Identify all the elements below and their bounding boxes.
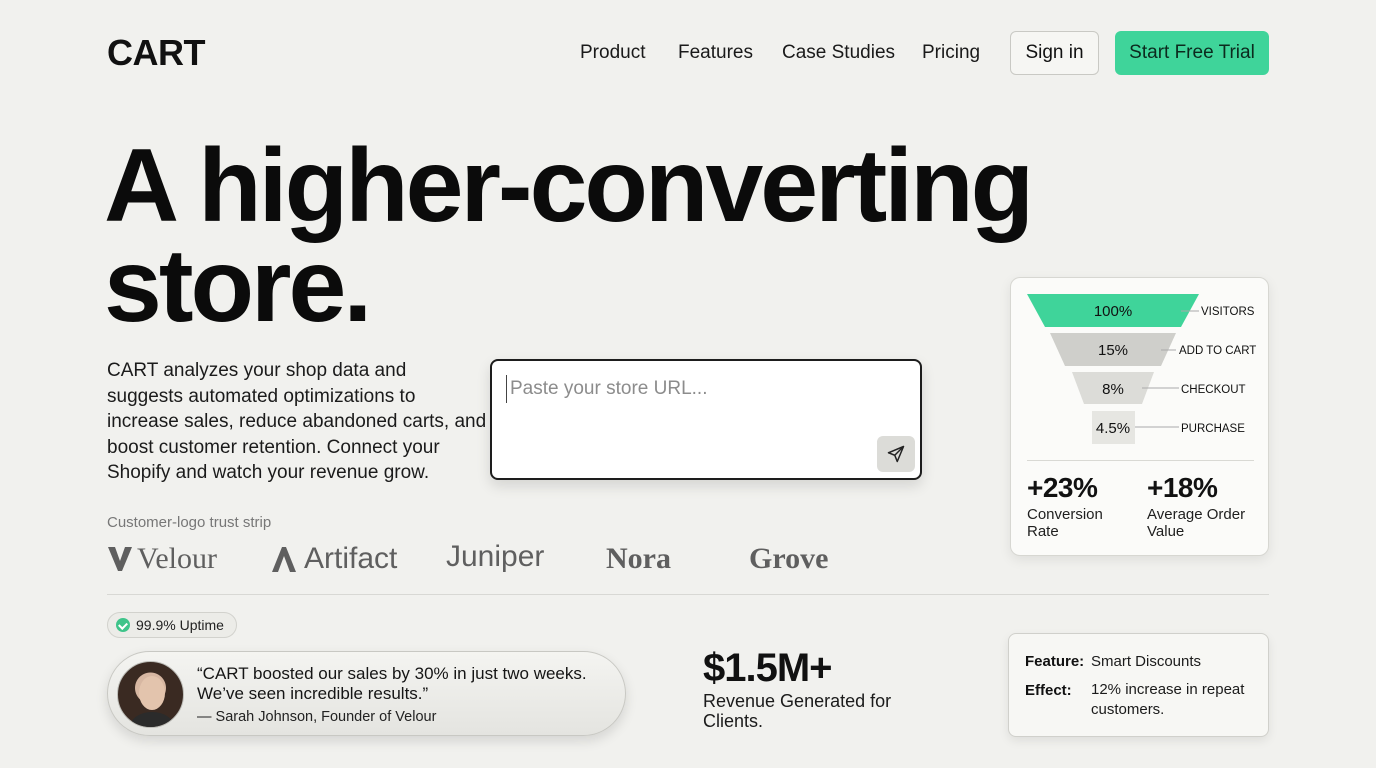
send-icon (887, 445, 905, 463)
feature-key: Feature: (1025, 653, 1085, 670)
brand-name-velour: Velour (137, 542, 217, 575)
store-url-input[interactable] (506, 375, 886, 403)
send-button[interactable] (877, 436, 915, 472)
brand-name-grove: Grove (749, 542, 829, 575)
check-circle-icon (116, 618, 130, 632)
funnel-card: 100% 15% 8% 4.5% VISITORS ADD TO CART CH… (1010, 277, 1269, 556)
funnel-value-visitors: 100% (1094, 303, 1132, 320)
nav-link-pricing[interactable]: Pricing (922, 42, 980, 64)
brand-name-juniper: Juniper (446, 540, 545, 573)
revenue-label: Revenue Generated for Clients. (703, 691, 892, 731)
funnel-label-add-to-cart: ADD TO CART (1179, 345, 1256, 357)
funnel-chart: 100% 15% 8% 4.5% VISITORS ADD TO CART CH… (1027, 294, 1256, 444)
section-divider (107, 594, 1269, 595)
funnel-value-checkout: 8% (1102, 381, 1124, 398)
revenue-value: $1.5M+ (703, 646, 833, 690)
funnel-divider (1027, 460, 1254, 461)
hero-line-2: store. (104, 228, 372, 344)
feature-card: Feature: Smart Discounts Effect: 12% inc… (1008, 633, 1269, 737)
funnel-label-visitors: VISITORS (1201, 306, 1255, 318)
nav-link-features[interactable]: Features (678, 42, 753, 64)
feature-value: Smart Discounts (1091, 653, 1202, 670)
store-url-box (490, 359, 922, 480)
funnel-label-checkout: CHECKOUT (1181, 384, 1246, 396)
nav-link-case-studies[interactable]: Case Studies (782, 42, 895, 64)
effect-key: Effect: (1025, 682, 1072, 699)
effect-value: 12% increase in repeat customers. (1091, 681, 1245, 718)
artifact-mark-icon (272, 547, 296, 572)
testimonial-card: “CART boosted our sales by 30% in just t… (107, 651, 626, 736)
avatar (117, 661, 184, 728)
uptime-badge: 99.9% Uptime (107, 612, 237, 638)
nav-link-product[interactable]: Product (580, 42, 645, 64)
uptime-text: 99.9% Uptime (136, 617, 224, 633)
start-free-trial-button[interactable]: Start Free Trial (1115, 31, 1269, 75)
conversion-rate-value: +23% (1027, 472, 1098, 503)
average-order-value-label: Average Order Value (1147, 506, 1246, 540)
brand-logo-artifact: Artifact (270, 542, 397, 576)
conversion-rate-label: Conversion Rate (1027, 506, 1103, 540)
average-order-value-value: +18% (1147, 472, 1218, 503)
sign-in-button[interactable]: Sign in (1010, 31, 1099, 75)
velour-mark-icon (108, 547, 132, 571)
brand-name-artifact: Artifact (304, 542, 398, 575)
hero-line-1: A higher-converting (104, 128, 1034, 244)
testimonial-author: — Sarah Johnson, Founder of Velour (197, 709, 437, 725)
brand-logo-velour: Velour (107, 542, 217, 576)
testimonial-quote: “CART boosted our sales by 30% in just t… (197, 664, 587, 703)
funnel-value-add-to-cart: 15% (1098, 342, 1128, 359)
hero-headline: A higher-converting store. (104, 128, 1034, 344)
logo[interactable]: CART (107, 32, 205, 74)
brand-name-nora: Nora (606, 542, 671, 575)
funnel-value-purchase: 4.5% (1096, 420, 1130, 437)
hero-description: CART analyzes your shop data and suggest… (107, 360, 487, 483)
funnel-label-purchase: PURCHASE (1181, 423, 1245, 435)
trust-strip-label: Customer-logo trust strip (107, 514, 272, 531)
